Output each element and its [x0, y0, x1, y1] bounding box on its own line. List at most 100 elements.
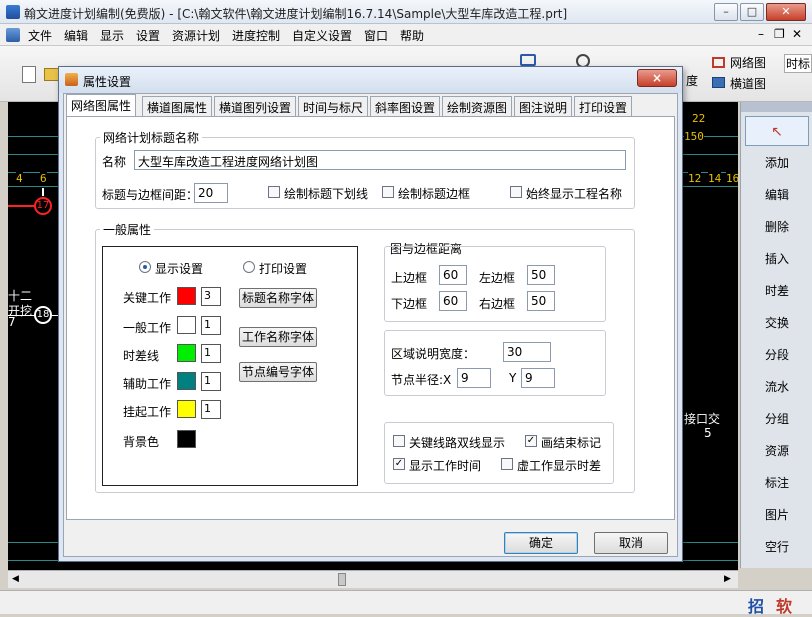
add-button[interactable]: 添加 [745, 148, 809, 178]
gantt-view-button[interactable]: 横道图 [730, 75, 766, 92]
node-18[interactable]: 18 [34, 306, 52, 324]
critical-work-color[interactable] [177, 287, 196, 305]
panel-grip[interactable] [741, 102, 812, 112]
mdi-close-icon[interactable]: ✕ [792, 27, 802, 41]
group-button[interactable]: 分组 [745, 404, 809, 434]
menu-custom-settings[interactable]: 自定义设置 [292, 27, 352, 44]
work-name-font-button[interactable]: 工作名称字体 [239, 327, 317, 347]
right-margin-label: 右边框 [479, 297, 516, 311]
dummy-float-label: 虚工作显示时差 [517, 459, 602, 473]
swap-button[interactable]: 交换 [745, 308, 809, 338]
time-tick: 22 [692, 112, 706, 125]
cancel-button[interactable]: 取消 [594, 532, 668, 554]
tab-time-scale[interactable]: 时间与标尺 [298, 96, 369, 116]
dialog-close-button[interactable]: × [637, 69, 677, 87]
top-margin-input[interactable]: 60 [439, 265, 467, 285]
print-settings-radio[interactable] [243, 261, 255, 273]
menu-file[interactable]: 文件 [28, 27, 52, 44]
timescale-view-button[interactable]: 时标 [784, 54, 812, 73]
float-line-color[interactable] [177, 344, 196, 362]
node-radius-x-input[interactable]: 9 [457, 368, 491, 388]
normal-work-color[interactable] [177, 316, 196, 334]
blank-row-button[interactable]: 空行 [745, 532, 809, 562]
dialog-icon [65, 73, 78, 86]
scroll-right-icon[interactable]: ▶ [724, 574, 731, 584]
picture-button[interactable]: 图片 [745, 500, 809, 530]
suspended-work-width[interactable]: 1 [201, 400, 221, 419]
resource-button[interactable]: 资源 [745, 436, 809, 466]
title-border-checkbox[interactable] [382, 186, 394, 198]
new-file-icon[interactable] [22, 66, 36, 83]
network-view-button[interactable]: 网络图 [730, 54, 766, 71]
segment-button[interactable]: 分段 [745, 340, 809, 370]
time-tick: 16 [726, 172, 738, 185]
minimize-button[interactable]: – [714, 3, 738, 21]
delete-button[interactable]: 删除 [745, 212, 809, 242]
menu-progress-control[interactable]: 进度控制 [232, 27, 280, 44]
time-tick: 4 [16, 172, 23, 185]
tab-gantt-columns[interactable]: 横道图列设置 [214, 96, 297, 116]
auxiliary-work-color[interactable] [177, 372, 196, 390]
horizontal-scrollbar[interactable]: ◀ ▶ [8, 570, 738, 588]
maximize-button[interactable]: □ [740, 3, 764, 21]
close-window-button[interactable]: ✕ [766, 3, 806, 21]
ok-button[interactable]: 确定 [504, 532, 578, 554]
tab-legend[interactable]: 图注说明 [514, 96, 573, 116]
show-time-checkbox[interactable]: ✓ [393, 458, 405, 470]
underline-checkbox[interactable] [268, 186, 280, 198]
annotate-button[interactable]: 标注 [745, 468, 809, 498]
menu-settings[interactable]: 设置 [136, 27, 160, 44]
title-name-input[interactable]: 大型车库改造工程进度网络计划图 [134, 150, 626, 170]
dialog-title: 属性设置 [83, 75, 132, 89]
region-width-input[interactable]: 30 [503, 342, 551, 362]
tab-gantt-properties[interactable]: 横道图属性 [142, 96, 213, 116]
insert-button[interactable]: 插入 [745, 244, 809, 274]
critical-path-line [8, 205, 34, 207]
mdi-minimize-icon[interactable]: – [758, 27, 764, 41]
left-margin-input[interactable]: 50 [527, 265, 555, 285]
tab-network-properties[interactable]: 网络图属性 [66, 94, 137, 116]
end-mark-checkbox[interactable]: ✓ [525, 435, 537, 447]
menu-resource-plan[interactable]: 资源计划 [172, 27, 220, 44]
scroll-thumb[interactable] [338, 573, 346, 586]
network-tool-icon[interactable] [520, 54, 536, 66]
ime-indicator[interactable]: 软 [776, 593, 792, 617]
scroll-left-icon[interactable]: ◀ [12, 574, 19, 584]
auxiliary-work-width[interactable]: 1 [201, 372, 221, 391]
title-font-button[interactable]: 标题名称字体 [239, 288, 317, 308]
display-settings-radio[interactable] [139, 261, 151, 273]
show-time-label: 显示工作时间 [409, 459, 482, 473]
status-bar: 招 软 [0, 590, 812, 617]
float-line-width[interactable]: 1 [201, 344, 221, 363]
auxiliary-work-label: 辅助工作 [123, 377, 172, 391]
right-margin-input[interactable]: 50 [527, 291, 555, 311]
node-number-font-button[interactable]: 节点编号字体 [239, 362, 317, 382]
right-tool-panel: ↖ 添加 编辑 删除 插入 时差 交换 分段 流水 分组 资源 标注 图片 空行 [740, 102, 812, 568]
double-line-checkbox[interactable] [393, 435, 405, 447]
always-show-name-checkbox[interactable] [510, 186, 522, 198]
menu-view[interactable]: 显示 [100, 27, 124, 44]
mdi-restore-icon[interactable]: ❐ [774, 27, 785, 41]
tab-resource-chart[interactable]: 绘制资源图 [442, 96, 513, 116]
ime-indicator[interactable]: 招 [748, 593, 764, 617]
bottom-margin-input[interactable]: 60 [439, 291, 467, 311]
node-radius-y-input[interactable]: 9 [521, 368, 555, 388]
bottom-margin-label: 下边框 [391, 297, 428, 311]
title-spacing-input[interactable]: 20 [194, 183, 228, 203]
tab-slope-chart[interactable]: 斜率图设置 [370, 96, 441, 116]
menu-edit[interactable]: 编辑 [64, 27, 88, 44]
suspended-work-color[interactable] [177, 400, 196, 418]
menu-window[interactable]: 窗口 [364, 27, 388, 44]
critical-work-width[interactable]: 3 [201, 287, 221, 306]
menu-help[interactable]: 帮助 [400, 27, 424, 44]
dummy-float-checkbox[interactable] [501, 458, 513, 470]
pointer-tool[interactable]: ↖ [745, 116, 809, 146]
tab-print-settings[interactable]: 打印设置 [574, 96, 633, 116]
background-color-swatch[interactable] [177, 430, 196, 448]
node-17[interactable]: 17 [34, 197, 52, 215]
normal-work-width[interactable]: 1 [201, 316, 221, 335]
edit-button[interactable]: 编辑 [745, 180, 809, 210]
flow-button[interactable]: 流水 [745, 372, 809, 402]
toolbar-progress-label[interactable]: 度 [686, 72, 698, 89]
float-button[interactable]: 时差 [745, 276, 809, 306]
